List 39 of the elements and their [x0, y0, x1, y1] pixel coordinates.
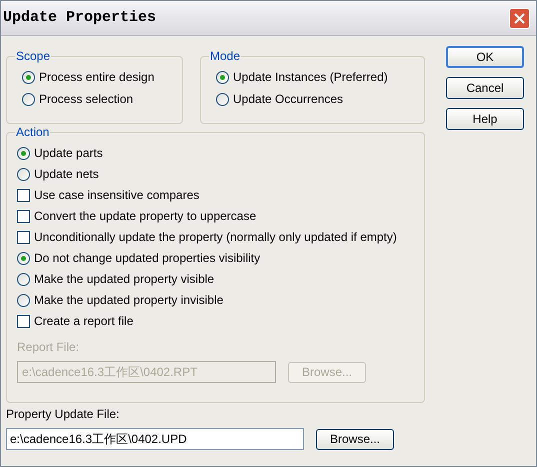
field-label: Property Update File:: [6, 407, 120, 422]
option-label: Unconditionally update the property (normally only updated if empty): [34, 230, 397, 245]
dialog-button[interactable]: OK: [446, 46, 524, 68]
radio-button[interactable]: [216, 93, 229, 106]
input-field[interactable]: e:\cadence16.3工作区\0402.UPD: [6, 428, 304, 450]
group-title: Scope: [15, 49, 52, 63]
radio-button[interactable]: [216, 71, 229, 84]
option-label: Update Occurrences: [233, 92, 344, 107]
radio-button[interactable]: [17, 147, 30, 160]
checkbox[interactable]: [17, 210, 30, 223]
option-label: Update parts: [34, 146, 103, 161]
option-label: Use case insensitive compares: [34, 188, 200, 203]
browse-button[interactable]: Browse...: [316, 428, 394, 450]
radio-button[interactable]: [22, 71, 35, 84]
option-label: Process entire design: [39, 70, 154, 85]
option-label: Process selection: [39, 92, 134, 107]
option-label: Update nets: [34, 167, 99, 182]
radio-button[interactable]: [22, 93, 35, 106]
option-label: Create a report file: [34, 314, 134, 329]
close-icon: [514, 12, 525, 24]
option-label: Update Instances (Preferred): [233, 70, 388, 85]
checkbox[interactable]: [17, 231, 30, 244]
group-title: Mode: [209, 49, 242, 63]
field-label: Report File:: [17, 340, 80, 355]
option-label: Make the updated property visible: [34, 272, 214, 287]
radio-button[interactable]: [17, 294, 30, 307]
option-label: Convert the update property to uppercase: [34, 209, 256, 224]
close-button[interactable]: [509, 8, 530, 28]
dialog-button[interactable]: Help: [446, 108, 524, 130]
radio-button[interactable]: [17, 252, 30, 265]
window-title: Update Properties: [3, 8, 156, 28]
radio-button[interactable]: [17, 168, 30, 181]
dialog-button[interactable]: Cancel: [446, 77, 524, 99]
group-title: Action: [15, 125, 50, 139]
radio-button[interactable]: [17, 273, 30, 286]
checkbox[interactable]: [17, 189, 30, 202]
option-label: Make the updated property invisible: [34, 293, 224, 308]
checkbox[interactable]: [17, 315, 30, 328]
option-label: Do not change updated properties visibility: [34, 251, 260, 266]
